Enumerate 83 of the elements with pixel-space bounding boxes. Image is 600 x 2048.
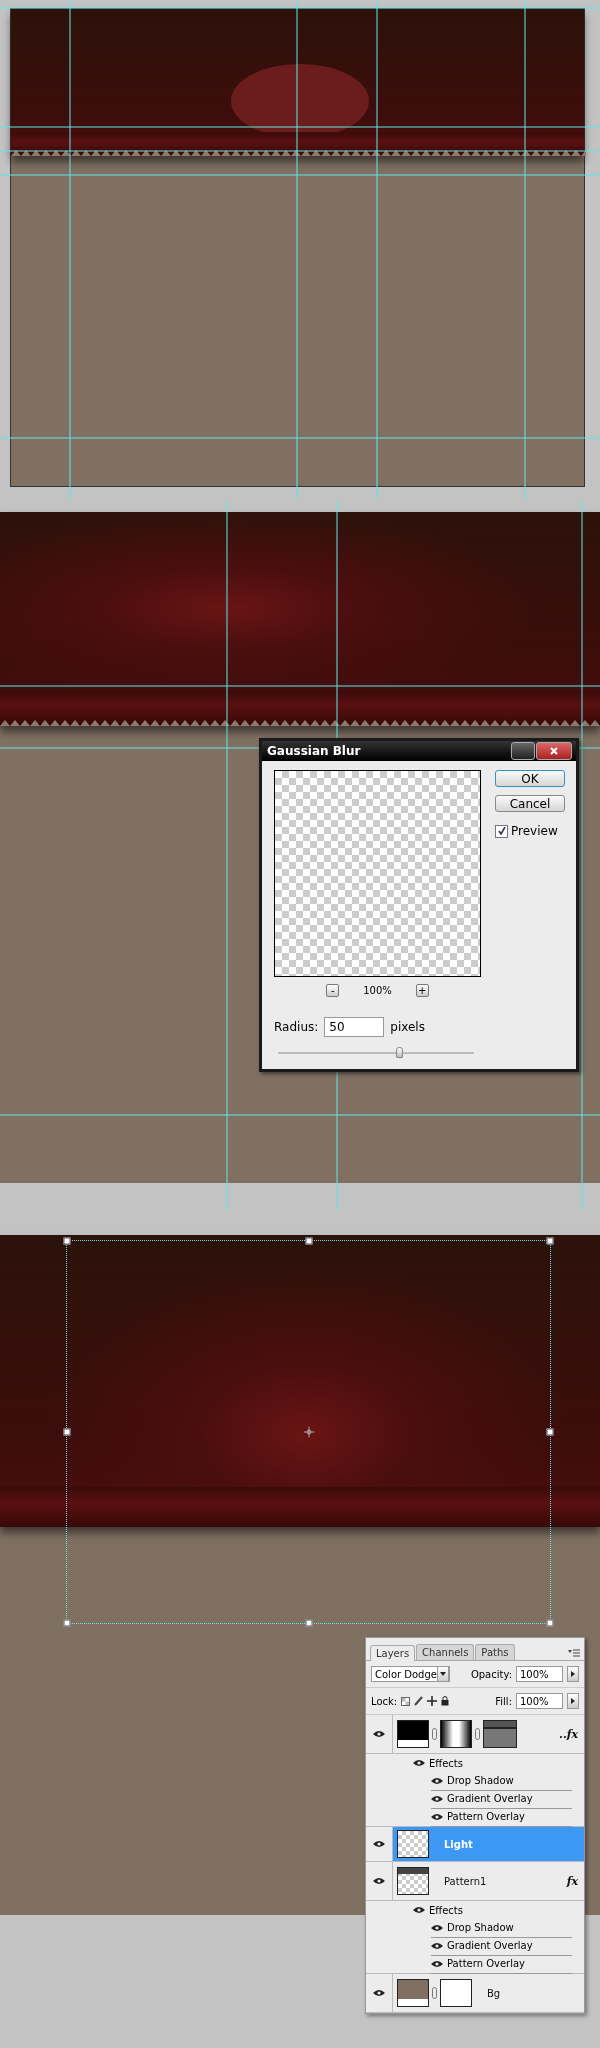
eye-icon[interactable] <box>373 1730 385 1738</box>
mask-thumbnail <box>440 1979 472 2007</box>
eye-icon[interactable] <box>373 1989 385 1997</box>
effect-name: Gradient Overlay <box>447 1793 533 1804</box>
zoom-in-button[interactable]: + <box>415 984 429 997</box>
lock-transparency-icon[interactable] <box>401 1696 411 1706</box>
transform-handle[interactable] <box>63 1237 71 1245</box>
close-icon <box>550 747 558 755</box>
effect-name: Gradient Overlay <box>447 1940 533 1951</box>
padlock-icon[interactable] <box>441 1696 450 1706</box>
eye-icon[interactable] <box>431 1959 443 1968</box>
eye-icon[interactable] <box>373 1840 385 1848</box>
lock-label: Lock: <box>371 1695 398 1707</box>
cancel-button[interactable]: Cancel <box>495 795 565 812</box>
zoom-out-button[interactable]: - <box>326 984 340 997</box>
layer-thumbnail <box>397 1867 429 1895</box>
mask-thumbnail <box>440 1720 472 1748</box>
fx-label: ..fx <box>559 1727 578 1741</box>
panel-tab[interactable]: Paths <box>475 1644 515 1660</box>
radius-field[interactable]: 50 <box>324 1017 385 1037</box>
transform-handle[interactable] <box>63 1428 71 1436</box>
link-icon <box>432 1728 437 1740</box>
opacity-label: Opacity: <box>470 1668 512 1680</box>
layer-thumbnail <box>397 1979 429 2007</box>
transform-box[interactable] <box>66 1240 551 1624</box>
eye-icon[interactable] <box>413 1906 425 1914</box>
crosshair-icon <box>303 1426 314 1438</box>
transform-handle[interactable] <box>546 1428 554 1436</box>
layer-name: Bg <box>487 1987 501 1999</box>
fill-arrow-button[interactable] <box>567 1693 579 1709</box>
arrow-icon <box>571 1698 575 1704</box>
layer-thumbnail <box>397 1830 429 1858</box>
transform-handle[interactable] <box>305 1619 312 1627</box>
layer-row[interactable]: Bg <box>393 1974 584 2012</box>
fx-label: fx <box>566 1874 578 1888</box>
opacity-arrow-button[interactable] <box>567 1666 579 1682</box>
eye-icon[interactable] <box>431 1941 443 1950</box>
link-icon <box>432 1987 437 1999</box>
eye-icon[interactable] <box>373 1877 385 1885</box>
panel-menu-icon[interactable] <box>568 1649 580 1657</box>
brush-icon[interactable] <box>414 1696 424 1706</box>
preview-checkbox[interactable] <box>495 824 508 838</box>
layer-thumbnail <box>397 1720 429 1748</box>
arrow-icon <box>571 1671 575 1677</box>
effect-name: Pattern Overlay <box>447 1958 526 1969</box>
transform-handle[interactable] <box>305 1237 312 1245</box>
eye-icon[interactable] <box>413 1759 425 1767</box>
effect-name: Drop Shadow <box>447 1775 514 1786</box>
eye-icon[interactable] <box>431 1794 443 1803</box>
caret-icon <box>440 1672 446 1676</box>
fill-label: Fill: <box>495 1695 512 1707</box>
layer-row[interactable]: Pattern1 fx <box>393 1862 584 1900</box>
checkmark-icon <box>497 827 506 835</box>
effect-name: Drop Shadow <box>447 1922 514 1933</box>
dialog-title: Gaussian Blur <box>267 744 361 758</box>
fill-field[interactable]: 100% <box>516 1693 563 1709</box>
ok-button[interactable]: OK <box>495 770 565 787</box>
transform-handle[interactable] <box>546 1619 554 1627</box>
transform-handle[interactable] <box>63 1619 71 1627</box>
eye-icon[interactable] <box>431 1812 443 1821</box>
effects-label: Effects <box>429 1757 463 1769</box>
preview-label: Preview <box>511 824 558 838</box>
pattern-thumbnail <box>483 1720 517 1748</box>
move-icon[interactable] <box>427 1696 438 1706</box>
eye-icon[interactable] <box>431 1776 443 1785</box>
close-button[interactable] <box>536 742 572 760</box>
layer-row[interactable]: ..fx <box>393 1715 584 1753</box>
layer-name: Light <box>444 1838 473 1850</box>
radius-label: Radius: <box>274 1020 319 1034</box>
opacity-field[interactable]: 100% <box>516 1666 563 1682</box>
panel-tab[interactable]: Channels <box>416 1644 475 1660</box>
transform-handle[interactable] <box>546 1237 554 1245</box>
window-button[interactable] <box>511 742 535 760</box>
unit-label: pixels <box>390 1020 425 1034</box>
effects-label: Effects <box>429 1904 463 1916</box>
link-icon <box>475 1728 480 1740</box>
effect-name: Pattern Overlay <box>447 1811 526 1822</box>
blend-mode-dropdown[interactable]: Color Dodge <box>371 1666 450 1682</box>
eye-icon[interactable] <box>431 1923 443 1932</box>
panel-tab[interactable]: Layers <box>370 1645 416 1661</box>
slider-thumb[interactable] <box>395 1047 403 1058</box>
zoom-level: 100% <box>363 985 392 996</box>
layer-name: Pattern1 <box>444 1875 487 1887</box>
